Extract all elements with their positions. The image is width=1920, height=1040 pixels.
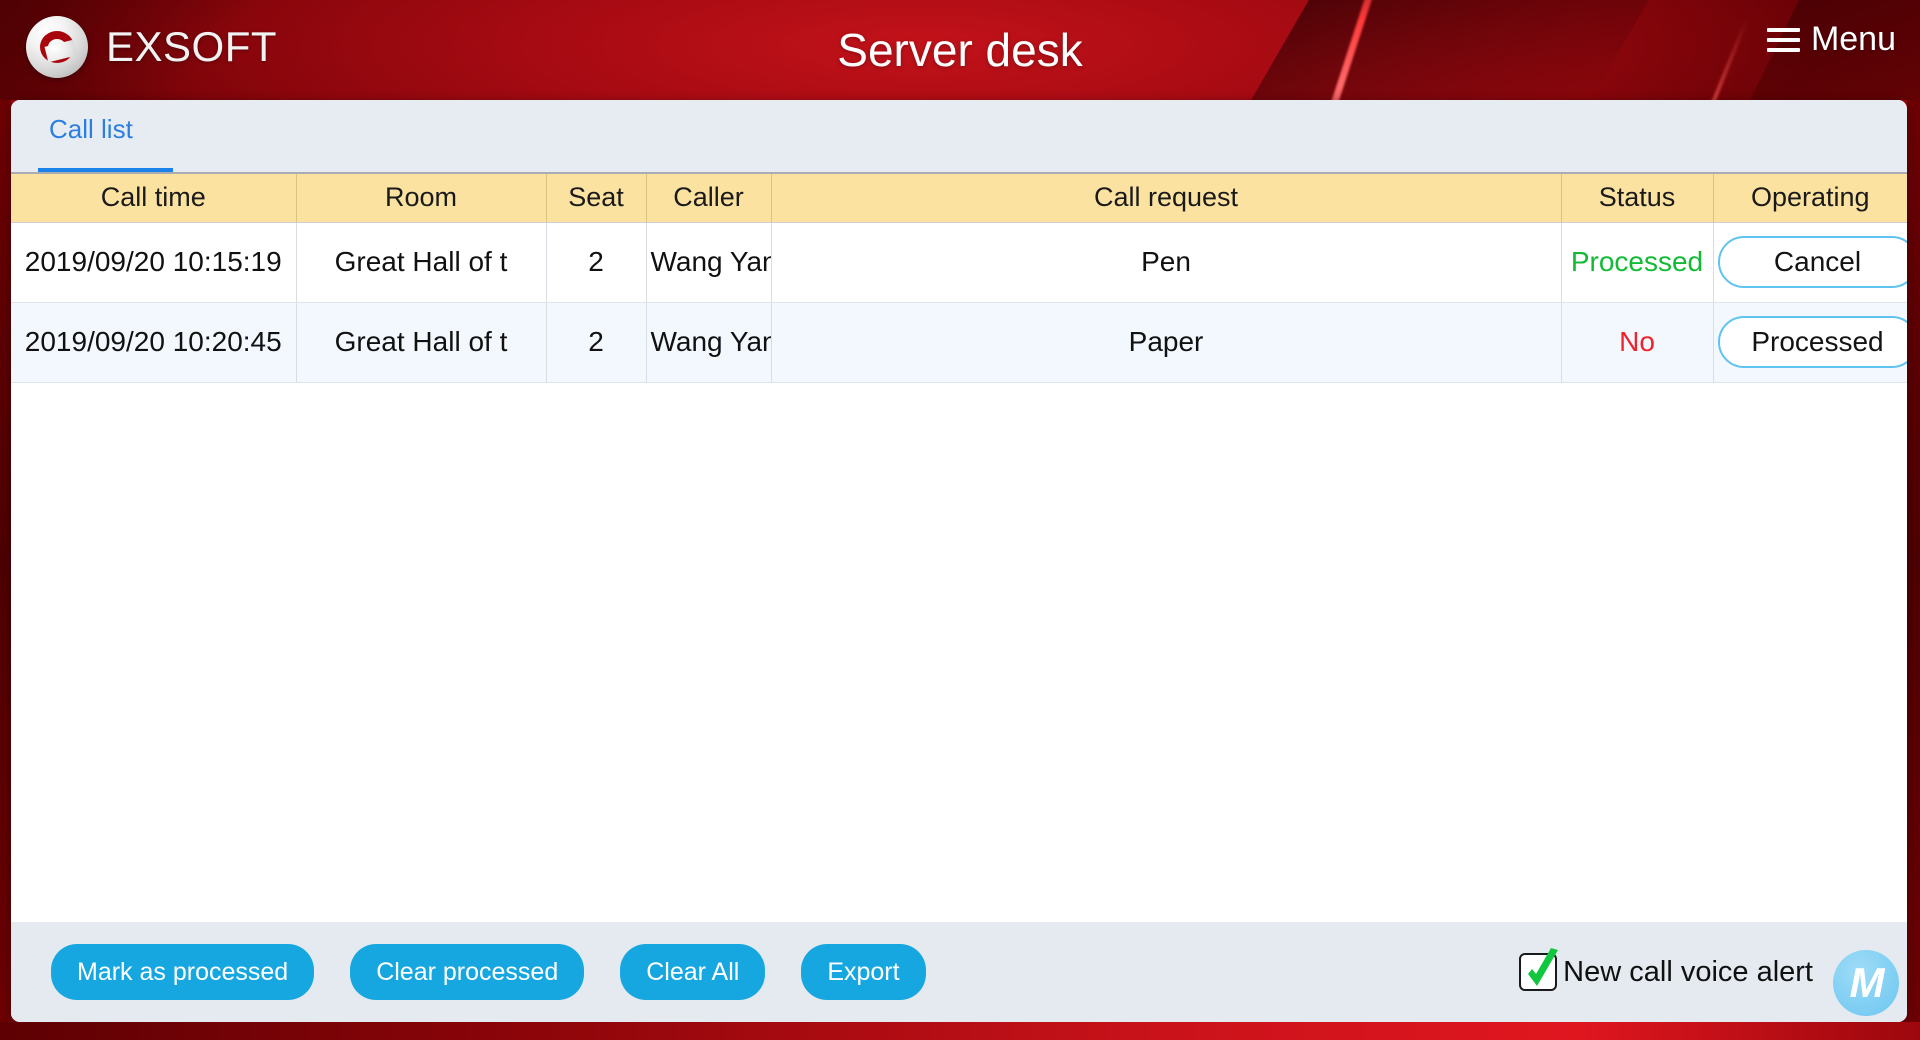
action-toolbar: Mark as processed Clear processed Clear … [11,922,1907,1022]
brand-logo[interactable]: EXSOFT [26,16,277,78]
status-badge: No [1619,326,1655,357]
m-badge-label: M [1849,959,1885,1006]
left-frame-edge [0,100,11,1022]
column-header-operating[interactable]: Operating [1713,174,1907,223]
header-decoration-streak-2 [1655,17,1749,100]
cell-operating: Cancel [1713,222,1907,303]
cell-call-time: 2019/09/20 10:20:45 [11,302,297,383]
column-header-seat[interactable]: Seat [546,174,647,223]
content-panel: Call list Call time Room Seat Caller Cal… [11,100,1907,1022]
column-header-caller[interactable]: Caller [646,174,772,223]
toolbar-right: New call voice alert M [1519,948,1899,1016]
cell-caller: Wang Yan [646,302,772,383]
cell-status: No [1561,302,1714,383]
table-header-row: Call time Room Seat Caller Call request … [11,174,1907,223]
hamburger-icon [1766,27,1800,52]
right-frame-edge [1907,100,1920,1022]
bottom-frame-edge [0,1022,1920,1040]
app-header: Server desk EXSOFT Menu [0,0,1920,100]
header-decoration-streak [1301,0,1396,100]
clear-processed-button[interactable]: Clear processed [350,943,585,1001]
brand-name: EXSOFT [106,23,278,70]
column-header-status[interactable]: Status [1561,174,1714,223]
clear-all-button[interactable]: Clear All [620,943,766,1001]
page-title: Server desk [837,24,1083,76]
voice-alert-checkbox[interactable] [1519,948,1559,991]
table-row[interactable]: 2019/09/20 10:15:19 Great Hall of t 2 Wa… [11,222,1907,303]
column-header-room[interactable]: Room [296,174,547,223]
cell-status: Processed [1561,222,1714,303]
tab-call-list[interactable]: Call list [49,114,133,151]
application-window: Server desk EXSOFT Menu Call list Call t… [0,0,1920,1040]
call-list-table: Call time Room Seat Caller Call request … [11,174,1907,383]
cell-call-time: 2019/09/20 10:15:19 [11,222,297,303]
cell-room: Great Hall of t [296,302,547,383]
export-button[interactable]: Export [801,943,926,1001]
header-decoration-middle [1193,0,1707,100]
voice-alert-label: New call voice alert [1563,955,1813,988]
cell-call-request: Paper [771,302,1562,383]
table-row[interactable]: 2019/09/20 10:20:45 Great Hall of t 2 Wa… [11,302,1907,383]
menu-button[interactable]: Menu [1766,20,1896,59]
menu-label: Menu [1810,20,1896,58]
call-list-container: Call time Room Seat Caller Call request … [11,174,1907,922]
exsoft-e-logo-icon [26,16,88,78]
mark-processed-button[interactable]: Processed [1717,316,1907,368]
cell-seat: 2 [546,222,647,303]
column-header-call-time[interactable]: Call time [11,174,297,223]
new-call-voice-alert-toggle[interactable]: New call voice alert [1519,948,1813,991]
checkmark-icon [1528,948,1559,986]
cell-room: Great Hall of t [296,222,547,303]
tab-bar: Call list [11,100,1907,174]
cancel-button[interactable]: Cancel [1717,236,1907,288]
status-badge: Processed [1570,246,1704,277]
mark-as-processed-button[interactable]: Mark as processed [51,943,315,1001]
cell-caller: Wang Yan [646,222,772,303]
cell-call-request: Pen [771,222,1562,303]
m-badge-icon[interactable]: M [1833,950,1899,1016]
cell-operating: Processed [1713,302,1907,383]
toolbar-buttons: Mark as processed Clear processed Clear … [51,943,926,1001]
column-header-call-request[interactable]: Call request [771,174,1562,223]
cell-seat: 2 [546,302,647,383]
